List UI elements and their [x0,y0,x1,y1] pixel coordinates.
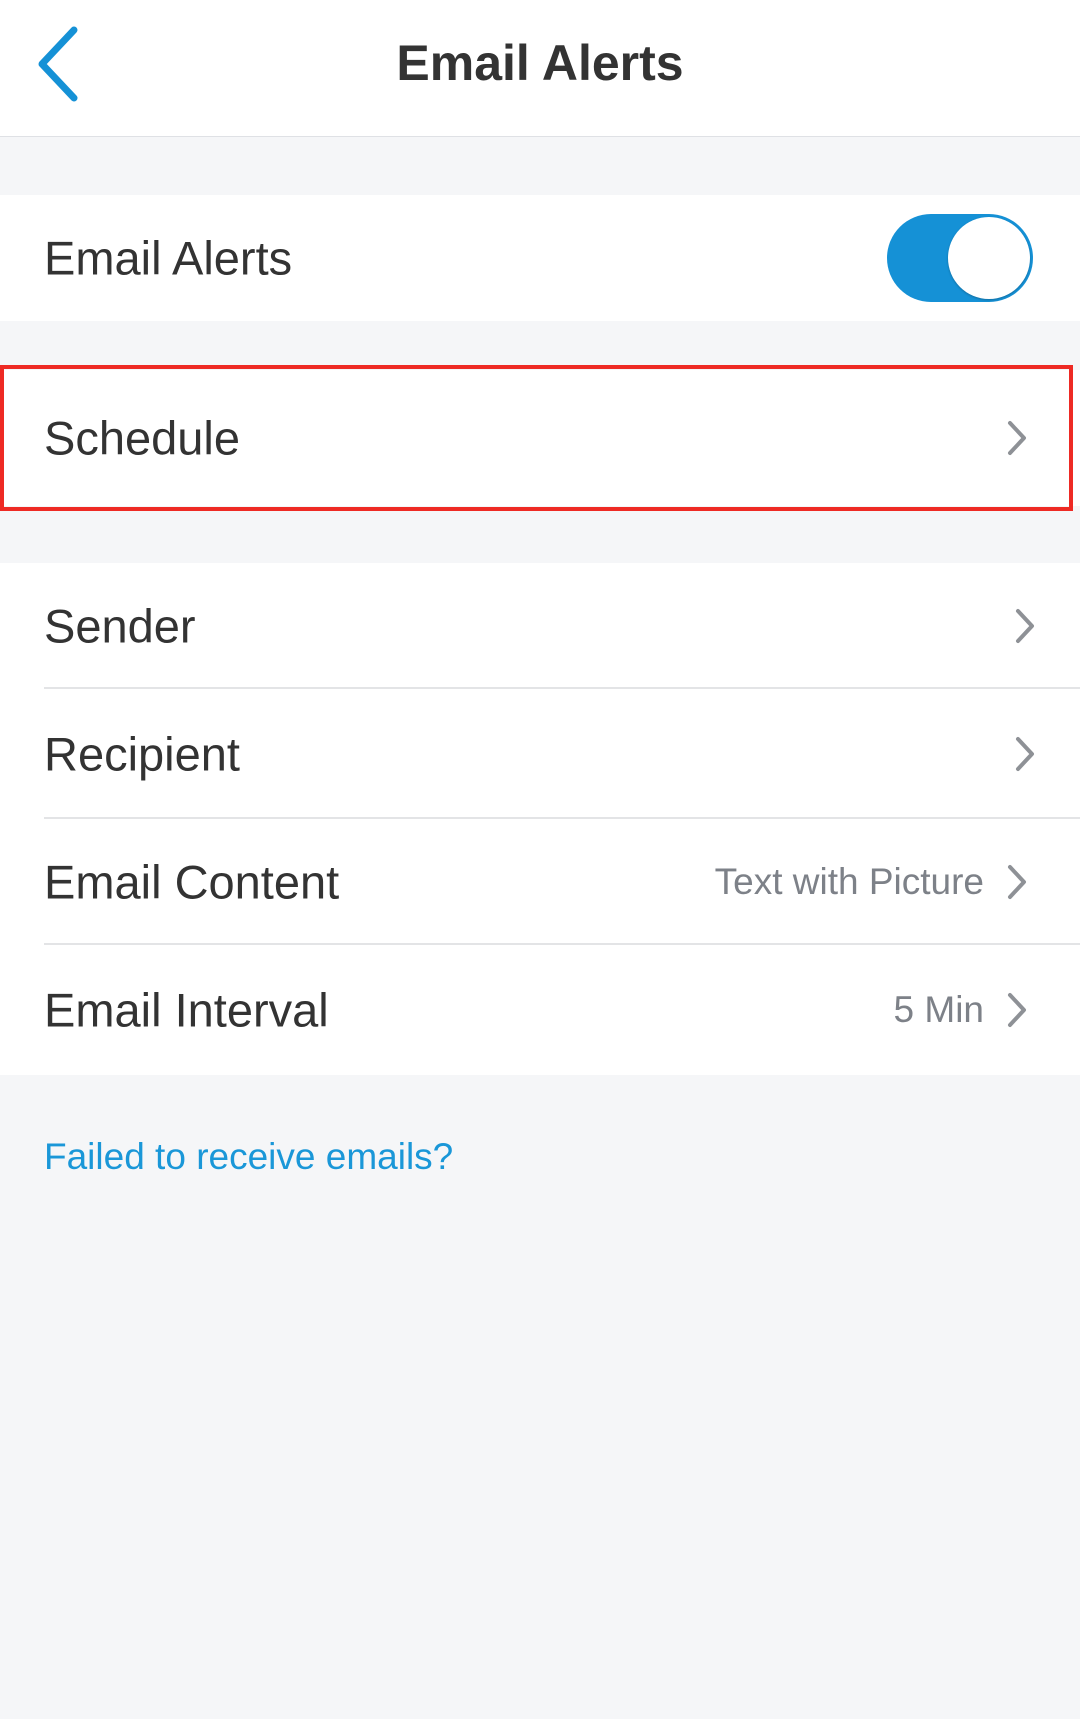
chevron-right-icon [1008,421,1026,455]
chevron-right-icon [1008,993,1026,1027]
schedule-group: Schedule [0,370,1080,506]
email-content-row[interactable]: Email Content Text with Picture [0,819,1080,945]
failed-to-receive-link[interactable]: Failed to receive emails? [44,1136,453,1178]
header-bar: Email Alerts [0,0,1080,137]
email-content-label: Email Content [44,855,340,909]
email-alerts-row: Email Alerts [0,195,1080,321]
recipient-label: Recipient [44,727,240,781]
email-alerts-group: Email Alerts [0,195,1080,321]
email-interval-label: Email Interval [44,983,329,1037]
email-alerts-toggle[interactable] [887,214,1033,302]
chevron-right-icon [1016,737,1034,771]
email-alerts-label: Email Alerts [44,231,293,285]
email-interval-value: 5 Min [893,989,984,1030]
sender-row[interactable]: Sender [0,563,1080,689]
email-interval-row[interactable]: Email Interval 5 Min [0,945,1080,1075]
page-title: Email Alerts [396,35,684,91]
schedule-label: Schedule [44,411,240,465]
chevron-right-icon [1008,865,1026,899]
schedule-row[interactable]: Schedule [0,370,1080,506]
chevron-right-icon [1016,609,1034,643]
toggle-knob [948,217,1030,299]
settings-group: Sender Recipient Email Content Text with… [0,563,1080,1075]
email-content-value: Text with Picture [714,861,984,902]
recipient-row[interactable]: Recipient [0,689,1080,819]
sender-label: Sender [44,599,196,653]
